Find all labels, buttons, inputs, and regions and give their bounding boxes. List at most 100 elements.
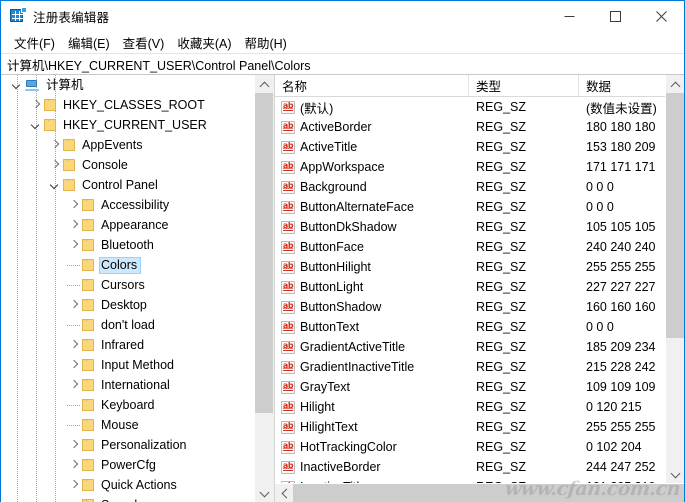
tree-expander-placeholder [66,495,82,502]
chevron-right-icon[interactable] [70,341,78,349]
chevron-right-icon[interactable] [70,461,78,469]
tree-expander[interactable] [28,95,44,115]
table-row[interactable]: ab GrayText REG_SZ 109 109 109 [275,377,665,397]
tree-expander[interactable] [66,335,82,355]
chevron-right-icon[interactable] [70,301,78,309]
tree-vertical-scrollbar[interactable] [254,75,273,502]
list-scroll-left-button[interactable] [275,484,293,502]
tree-item-[interactable]: 计算机 [1,75,254,95]
value-data-cell: 105 105 105 [586,220,656,234]
address-bar[interactable]: 计算机\HKEY_CURRENT_USER\Control Panel\Colo… [1,53,684,75]
chevron-down-icon[interactable] [51,181,59,189]
tree-item-bluetooth[interactable]: Bluetooth [1,235,254,255]
table-row[interactable]: ab (默认) REG_SZ (数值未设置) [275,97,665,117]
tree-expander[interactable] [47,135,63,155]
tree-item-powercfg[interactable]: PowerCfg [1,455,254,475]
table-row[interactable]: ab ButtonText REG_SZ 0 0 0 [275,317,665,337]
tree-item-sound[interactable]: Sound [1,495,254,502]
list-vertical-scrollbar[interactable] [665,75,684,483]
tree-item-quick-actions[interactable]: Quick Actions [1,475,254,495]
table-row[interactable]: ab GradientActiveTitle REG_SZ 185 209 234 [275,337,665,357]
table-row[interactable]: ab AppWorkspace REG_SZ 171 171 171 [275,157,665,177]
chevron-right-icon[interactable] [70,441,78,449]
tree-item-console[interactable]: Console [1,155,254,175]
chevron-right-icon[interactable] [70,241,78,249]
table-row[interactable]: ab ActiveTitle REG_SZ 153 180 209 [275,137,665,157]
tree-expander[interactable] [66,355,82,375]
table-row[interactable]: ab InactiveBorder REG_SZ 244 247 252 [275,457,665,477]
table-row[interactable]: ab ButtonFace REG_SZ 240 240 240 [275,237,665,257]
menu-item-view[interactable]: 查看(V) [117,31,172,54]
chevron-right-icon[interactable] [51,161,59,169]
tree-expander[interactable] [66,375,82,395]
tree-scroll-down-button[interactable] [255,484,273,502]
table-row[interactable]: ab ButtonShadow REG_SZ 160 160 160 [275,297,665,317]
tree-scrollbar-thumb[interactable] [255,93,273,413]
list-scroll-up-button[interactable] [666,75,684,93]
tree-expander[interactable] [66,475,82,495]
tree-item-desktop[interactable]: Desktop [1,295,254,315]
chevron-right-icon[interactable] [32,101,40,109]
tree-item-input-method[interactable]: Input Method [1,355,254,375]
folder-icon [82,459,94,471]
menu-item-help[interactable]: 帮助(H) [238,31,293,54]
chevron-right-icon[interactable] [70,201,78,209]
tree-item-mouse[interactable]: Mouse [1,415,254,435]
table-row[interactable]: ab ButtonHilight REG_SZ 255 255 255 [275,257,665,277]
column-header-type[interactable]: 类型 [469,75,579,96]
tree-expander[interactable] [47,155,63,175]
tree-item-hkey-classes-root[interactable]: HKEY_CLASSES_ROOT [1,95,254,115]
chevron-right-icon[interactable] [51,141,59,149]
tree-scroll-up-button[interactable] [255,75,273,93]
column-header-data[interactable]: 数据 [579,75,665,96]
minimize-button[interactable] [546,1,592,31]
tree-item-appearance[interactable]: Appearance [1,215,254,235]
tree-expander[interactable] [66,195,82,215]
tree-expander[interactable] [66,235,82,255]
table-row[interactable]: ab ButtonLight REG_SZ 227 227 227 [275,277,665,297]
value-name: ButtonLight [300,280,364,294]
list-scroll-down-button[interactable] [666,465,684,483]
tree-expander[interactable] [9,75,25,95]
chevron-right-icon[interactable] [70,361,78,369]
table-row[interactable]: ab GradientInactiveTitle REG_SZ 215 228 242 [275,357,665,377]
menu-item-favorites[interactable]: 收藏夹(A) [171,31,238,54]
list-hscrollbar-thumb[interactable] [293,484,684,502]
tree-expander[interactable] [28,115,44,135]
close-button[interactable] [638,1,684,31]
table-row[interactable]: ab Hilight REG_SZ 0 120 215 [275,397,665,417]
tree-item-cursors[interactable]: Cursors [1,275,254,295]
tree-item-accessibility[interactable]: Accessibility [1,195,254,215]
tree-expander[interactable] [47,175,63,195]
table-row[interactable]: ab HotTrackingColor REG_SZ 0 102 204 [275,437,665,457]
chevron-right-icon[interactable] [70,481,78,489]
tree-item-appevents[interactable]: AppEvents [1,135,254,155]
chevron-right-icon[interactable] [70,381,78,389]
tree-expander[interactable] [66,295,82,315]
tree-expander[interactable] [66,435,82,455]
table-row[interactable]: ab ActiveBorder REG_SZ 180 180 180 [275,117,665,137]
list-scrollbar-thumb[interactable] [666,93,684,338]
table-row[interactable]: ab ButtonAlternateFace REG_SZ 0 0 0 [275,197,665,217]
tree-expander[interactable] [66,215,82,235]
tree-item-personalization[interactable]: Personalization [1,435,254,455]
menu-item-edit[interactable]: 编辑(E) [62,31,117,54]
tree-item-infrared[interactable]: Infrared [1,335,254,355]
tree-item-control-panel[interactable]: Control Panel [1,175,254,195]
chevron-down-icon[interactable] [13,81,21,89]
tree-item-keyboard[interactable]: Keyboard [1,395,254,415]
chevron-down-icon[interactable] [32,121,40,129]
menu-item-file[interactable]: 文件(F) [8,31,62,54]
table-row[interactable]: ab Background REG_SZ 0 0 0 [275,177,665,197]
list-horizontal-scrollbar[interactable] [275,483,684,502]
tree-expander[interactable] [66,455,82,475]
tree-item-international[interactable]: International [1,375,254,395]
tree-item-don-t-load[interactable]: don't load [1,315,254,335]
tree-item-hkey-current-user[interactable]: HKEY_CURRENT_USER [1,115,254,135]
column-header-name[interactable]: 名称 [275,75,469,96]
table-row[interactable]: ab ButtonDkShadow REG_SZ 105 105 105 [275,217,665,237]
tree-item-colors[interactable]: Colors [1,255,254,275]
chevron-right-icon[interactable] [70,221,78,229]
table-row[interactable]: ab HilightText REG_SZ 255 255 255 [275,417,665,437]
maximize-button[interactable] [592,1,638,31]
